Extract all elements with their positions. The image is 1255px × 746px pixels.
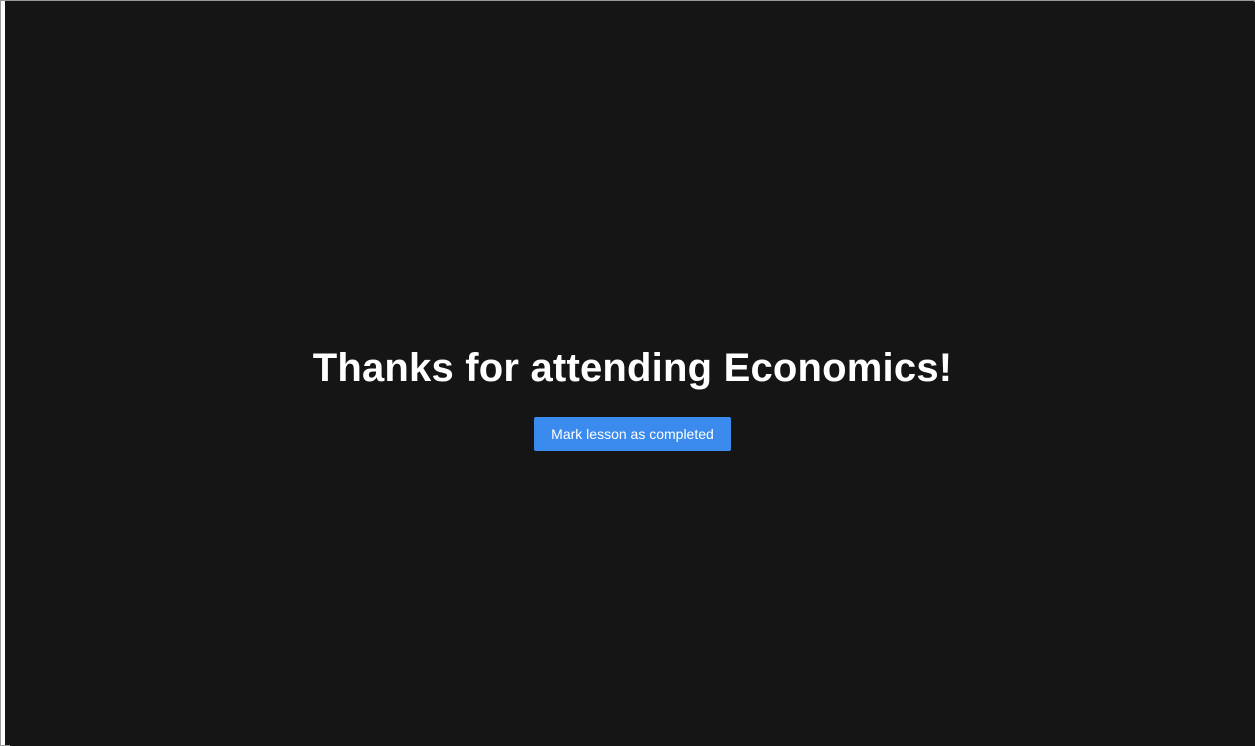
lesson-end-screen: Thanks for attending Economics! Mark les… (10, 2, 1255, 746)
page-title: Thanks for attending Economics! (312, 346, 953, 390)
app-frame: Thanks for attending Economics! Mark les… (0, 0, 1255, 746)
lesson-complete-panel: Thanks for attending Economics! Mark les… (10, 342, 1255, 451)
mark-lesson-completed-button[interactable]: Mark lesson as completed (534, 417, 731, 451)
